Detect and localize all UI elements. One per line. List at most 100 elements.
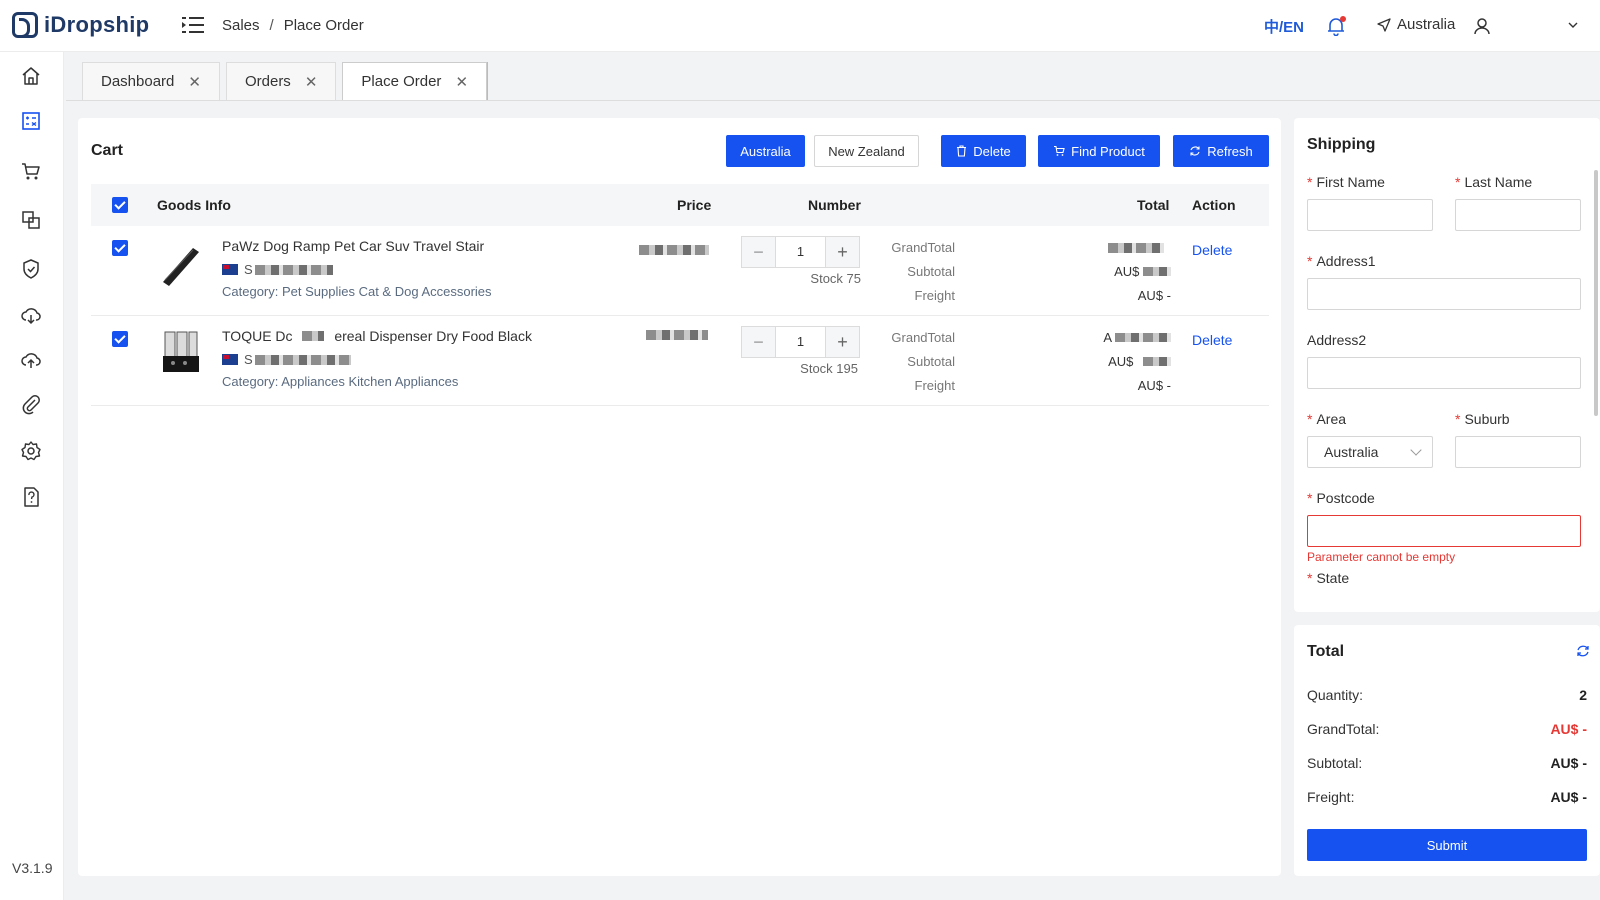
cloud-upload-icon[interactable]: [20, 349, 42, 371]
freight-label: Freight: [914, 378, 955, 393]
refresh-icon[interactable]: [1576, 644, 1590, 658]
location-label: Australia: [1397, 16, 1456, 33]
product-category: Category: Appliances Kitchen Appliances: [222, 374, 459, 389]
quantity-stepper[interactable]: − 1 +: [741, 326, 860, 358]
find-product-button[interactable]: Find Product: [1038, 135, 1160, 167]
logo-text: iDropship: [44, 12, 150, 37]
refresh-button[interactable]: Refresh: [1173, 135, 1269, 167]
postcode-label: * Postcode: [1307, 490, 1375, 506]
tab-orders[interactable]: Orders ✕: [225, 62, 337, 100]
freight-value: AU$ -: [1137, 378, 1171, 393]
location-selector[interactable]: Australia: [1377, 16, 1455, 33]
quantity-stepper[interactable]: − 1 +: [741, 236, 860, 268]
close-icon[interactable]: ✕: [305, 73, 318, 91]
grandtotal-value: A: [1103, 330, 1171, 345]
shipping-panel: Shipping * First Name * Last Name * Address…: [1294, 118, 1600, 612]
menu-toggle-icon[interactable]: [182, 15, 204, 35]
chevron-down-icon[interactable]: [1567, 19, 1579, 31]
quantity-value[interactable]: 1: [775, 327, 826, 357]
tab-label: Orders: [244, 73, 291, 90]
address1-label: * Address1: [1307, 253, 1376, 269]
redacted-shipping-info: [254, 354, 351, 365]
tab-bar: Dashboard ✕ Orders ✕ Place Order ✕: [82, 62, 488, 100]
order-list-icon[interactable]: [20, 110, 42, 132]
tab-label: Place Order: [361, 73, 442, 90]
products-icon[interactable]: [20, 209, 42, 231]
tab-label: Dashboard: [101, 73, 175, 90]
product-name[interactable]: PaWz Dog Ramp Pet Car Suv Travel Stair: [222, 238, 484, 254]
product-name[interactable]: TOQUE Dc ereal Dispenser Dry Food Black: [222, 328, 532, 344]
address2-label: Address2: [1307, 332, 1367, 348]
breadcrumb-sales[interactable]: Sales: [222, 17, 260, 34]
column-number: Number: [808, 197, 861, 213]
required-mark: *: [1307, 253, 1313, 269]
button-label: Submit: [1426, 837, 1468, 853]
address1-field[interactable]: [1307, 278, 1581, 310]
submit-button[interactable]: Submit: [1307, 829, 1587, 861]
increment-button[interactable]: +: [826, 237, 859, 267]
column-price: Price: [677, 197, 712, 213]
redacted-name-part: [302, 331, 325, 341]
freight-value: AU$ -: [1137, 288, 1171, 303]
breadcrumb-place-order: Place Order: [283, 17, 364, 34]
redacted-subtotal: [1143, 357, 1171, 366]
sidebar: V3.1.9: [0, 52, 64, 900]
address2-field[interactable]: [1307, 357, 1581, 389]
increment-button[interactable]: +: [826, 327, 859, 357]
cart-icon[interactable]: [20, 160, 42, 182]
total-title: Total: [1307, 643, 1345, 660]
language-switch[interactable]: 中/EN: [1264, 16, 1304, 37]
stock-label: Stock 195: [800, 361, 858, 376]
tab-place-order[interactable]: Place Order ✕: [342, 62, 488, 100]
postcode-error-message: Parameter cannot be empty: [1307, 550, 1456, 564]
area-label: * Area: [1307, 411, 1346, 427]
australia-button[interactable]: Australia: [726, 135, 805, 167]
cart-row: PaWz Dog Ramp Pet Car Suv Travel Stair S…: [91, 226, 1269, 316]
cart-table-header: Goods Info Price Number Total Action: [91, 184, 1269, 226]
column-action: Action: [1192, 197, 1236, 213]
tab-dashboard[interactable]: Dashboard ✕: [82, 62, 220, 100]
cloud-download-icon[interactable]: [20, 304, 42, 326]
subtotal-value: AU$: [1108, 354, 1171, 369]
cart-icon: [1054, 145, 1065, 156]
select-all-checkbox[interactable]: [112, 197, 128, 213]
currency-prefix: AU$: [1108, 354, 1134, 369]
decrement-button[interactable]: −: [742, 237, 775, 267]
required-mark: *: [1307, 570, 1313, 586]
quantity-label: Quantity:: [1307, 687, 1364, 703]
product-thumbnail: [163, 248, 199, 286]
gear-icon[interactable]: [20, 440, 42, 462]
home-icon[interactable]: [20, 65, 42, 87]
close-icon[interactable]: ✕: [455, 73, 468, 91]
redacted-grandtotal: [1108, 243, 1164, 253]
close-icon[interactable]: ✕: [188, 73, 201, 91]
notification-dot: [1340, 16, 1346, 22]
area-select[interactable]: Australia: [1307, 436, 1433, 468]
shipping-scrollbar[interactable]: [1594, 170, 1598, 416]
logo[interactable]: iDropship: [12, 12, 149, 38]
first-name-field[interactable]: [1307, 199, 1433, 231]
navigation-arrow-icon: [1377, 17, 1391, 32]
delete-button[interactable]: Delete: [941, 135, 1026, 167]
label-text: Last Name: [1464, 174, 1533, 190]
last-name-field[interactable]: [1455, 199, 1581, 231]
user-icon[interactable]: [1474, 17, 1490, 35]
required-mark: *: [1307, 174, 1313, 190]
suburb-field[interactable]: [1455, 436, 1581, 468]
shield-icon[interactable]: [20, 258, 42, 280]
breadcrumb-separator: /: [269, 17, 274, 34]
state-label: * State: [1307, 570, 1349, 586]
delete-link[interactable]: Delete: [1192, 332, 1232, 348]
postcode-field[interactable]: [1307, 515, 1581, 547]
grandtotal-label: GrandTotal: [891, 330, 955, 345]
quantity-value[interactable]: 1: [775, 237, 826, 267]
new-zealand-button[interactable]: New Zealand: [814, 135, 919, 167]
decrement-button[interactable]: −: [742, 327, 775, 357]
row-checkbox[interactable]: [112, 331, 128, 347]
help-document-icon[interactable]: [20, 486, 42, 508]
delete-link[interactable]: Delete: [1192, 242, 1232, 258]
breadcrumb: Sales / Place Order: [222, 17, 364, 34]
chevron-down-icon: [1410, 444, 1422, 456]
row-checkbox[interactable]: [112, 240, 128, 256]
attachment-icon[interactable]: [20, 394, 42, 416]
